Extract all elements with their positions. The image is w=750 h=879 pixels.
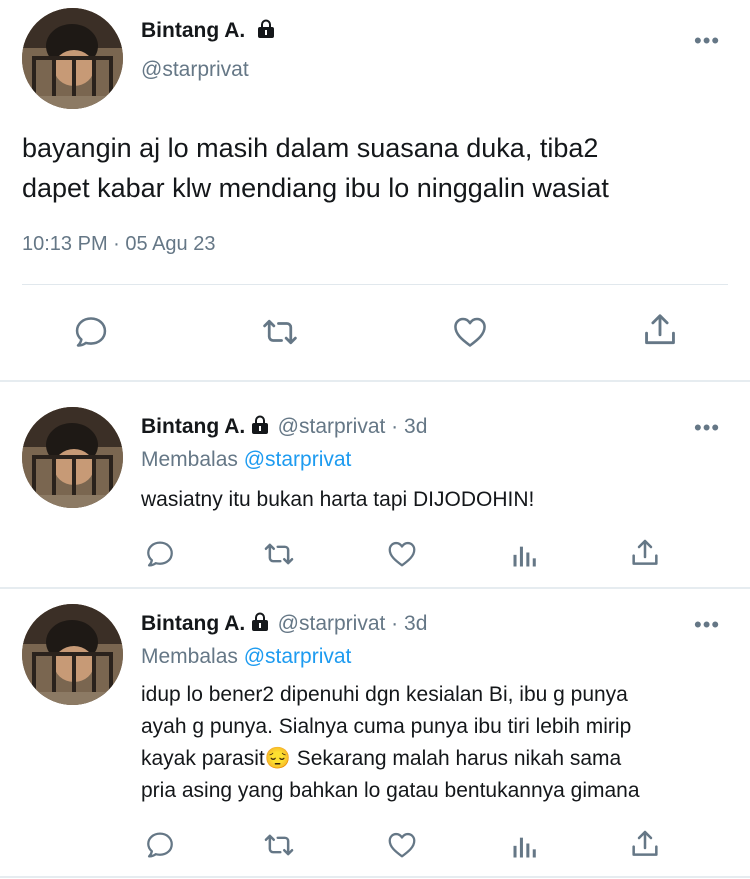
divider: [0, 380, 750, 382]
avatar[interactable]: [22, 604, 123, 705]
reply-text-line: wasiatny itu bukan harta tapi DIJODOHIN!: [141, 488, 535, 511]
divider: [0, 876, 750, 878]
replying-to-label: Membalas: [141, 645, 244, 668]
mention-link[interactable]: @starprivat: [244, 448, 352, 471]
author-name[interactable]: Bintang A.: [141, 415, 245, 438]
more-options-icon[interactable]: •••: [694, 28, 720, 54]
retweet-icon: [264, 543, 294, 565]
share-icon: [645, 314, 675, 345]
tweet-text-line: bayangin aj lo masih dalam suasana duka,…: [22, 133, 599, 163]
lock-icon: [252, 612, 269, 631]
share-button[interactable]: [625, 535, 665, 571]
avatar[interactable]: [22, 407, 123, 508]
retweet-button[interactable]: [259, 827, 299, 863]
mention-link[interactable]: @starprivat: [244, 645, 352, 668]
more-options-icon[interactable]: •••: [694, 612, 720, 638]
lock-icon: [258, 19, 275, 38]
tweet-text: bayangin aj lo masih dalam suasana duka,…: [22, 128, 737, 208]
like-icon: [388, 541, 416, 567]
more-options-icon[interactable]: •••: [694, 415, 720, 441]
author-handle[interactable]: @starprivat · 3d: [278, 612, 428, 635]
avatar[interactable]: [22, 8, 123, 109]
reply-text-line: kayak parasit😔 Sekarang malah harus nika…: [141, 747, 622, 770]
reply-header: Bintang A. @starprivat · 3d: [141, 612, 427, 636]
reply-text-line: ayah g punya. Sialnya cuma punya ibu tir…: [141, 715, 632, 738]
tweet-timestamp[interactable]: 10:13 PM · 05 Agu 23: [22, 233, 215, 256]
retweet-icon: [263, 319, 297, 345]
reply-button[interactable]: [140, 536, 180, 572]
retweet-button[interactable]: [255, 310, 305, 354]
author-name[interactable]: Bintang A.: [141, 19, 245, 42]
analytics-button[interactable]: [504, 829, 544, 865]
avatar-image: [22, 8, 123, 109]
reply-text-line: pria asing yang bahkan lo gatau bentukan…: [141, 779, 640, 802]
share-button[interactable]: [635, 308, 685, 352]
reply-button[interactable]: [66, 310, 116, 354]
reply-icon: [75, 317, 107, 347]
retweet-icon: [264, 834, 294, 856]
like-button[interactable]: [445, 310, 495, 354]
like-icon: [388, 832, 416, 858]
like-button[interactable]: [382, 827, 422, 863]
share-icon: [632, 830, 658, 856]
reply-button[interactable]: [140, 827, 180, 863]
author-name-row: Bintang A.: [141, 19, 275, 43]
author-name[interactable]: Bintang A.: [141, 612, 245, 635]
retweet-button[interactable]: [259, 536, 299, 572]
divider: [0, 587, 750, 589]
share-button[interactable]: [625, 826, 665, 862]
reply-header: Bintang A. @starprivat · 3d: [141, 415, 427, 439]
replying-to: Membalas @starprivat: [141, 645, 351, 669]
replying-to-label: Membalas: [141, 448, 244, 471]
divider: [22, 284, 728, 285]
like-button[interactable]: [382, 536, 422, 572]
author-handle[interactable]: @starprivat · 3d: [278, 415, 428, 438]
analytics-icon: [513, 546, 536, 567]
lock-icon: [252, 415, 269, 434]
analytics-icon: [513, 837, 536, 858]
avatar-image: [22, 604, 123, 705]
analytics-button[interactable]: [504, 538, 544, 574]
replying-to: Membalas @starprivat: [141, 448, 351, 472]
reply-text: wasiatny itu bukan harta tapi DIJODOHIN!: [141, 484, 731, 516]
reply-icon: [147, 832, 173, 858]
reply-text: idup lo bener2 dipenuhi dgn kesialan Bi,…: [141, 679, 741, 807]
reply-text-line: idup lo bener2 dipenuhi dgn kesialan Bi,…: [141, 683, 628, 706]
tweet-text-line: dapet kabar klw mendiang ibu lo ninggali…: [22, 173, 609, 203]
avatar-image: [22, 407, 123, 508]
like-icon: [454, 317, 486, 347]
share-icon: [632, 539, 658, 565]
reply-icon: [147, 541, 173, 567]
author-handle[interactable]: @starprivat: [141, 58, 249, 82]
